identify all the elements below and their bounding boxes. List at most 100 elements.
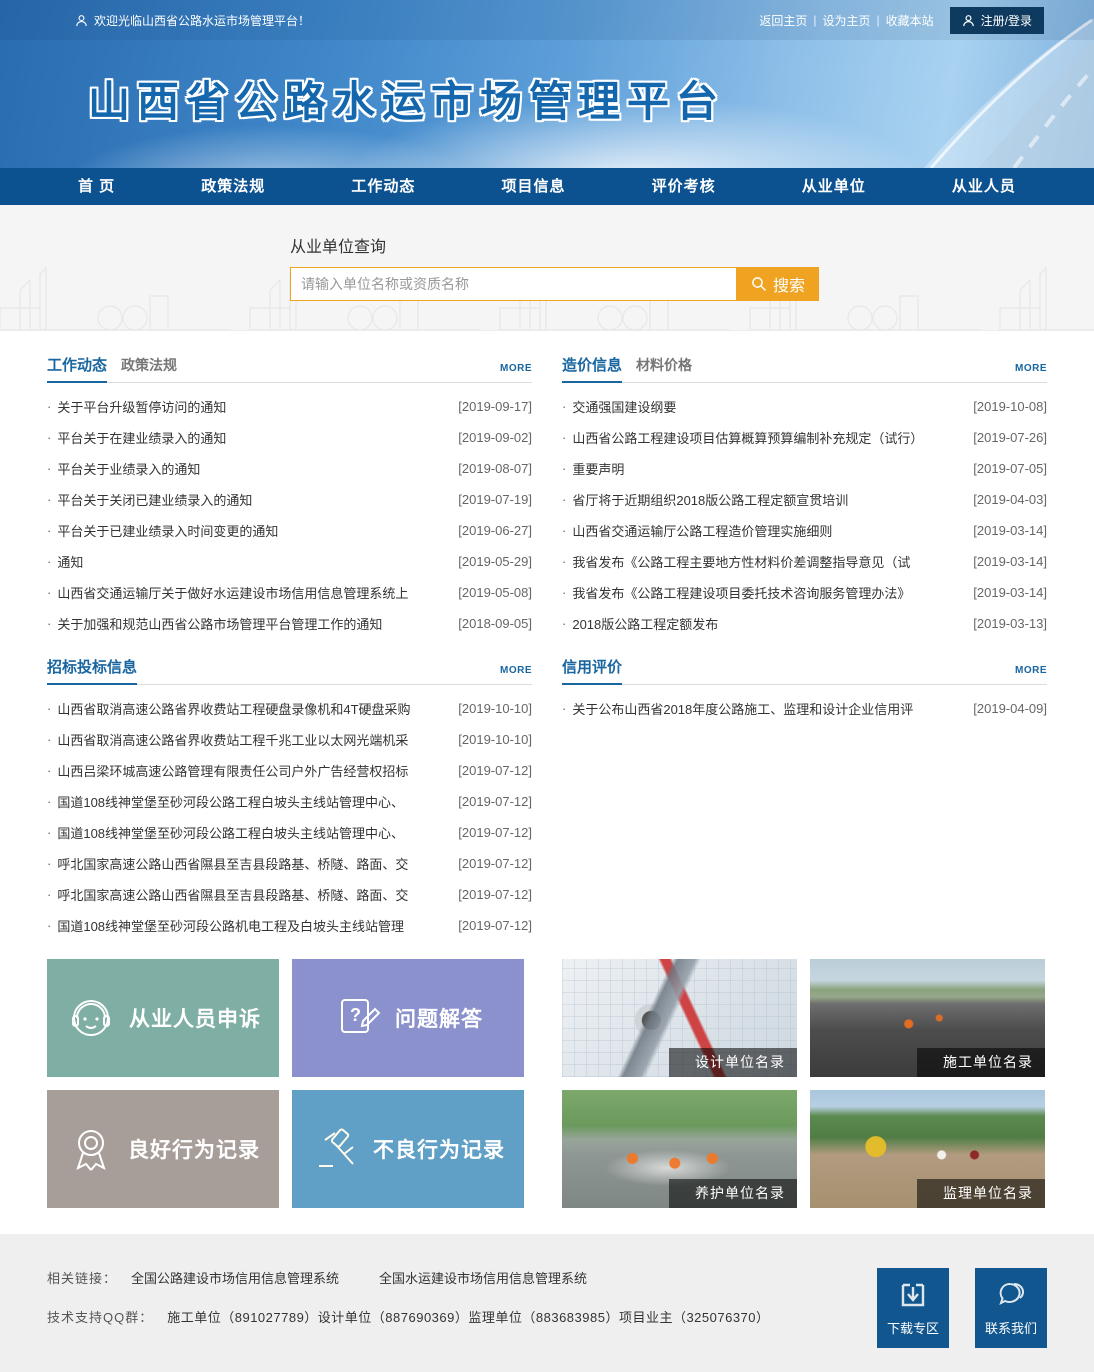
news-date: [2019-10-10]: [458, 701, 532, 716]
list-item[interactable]: ·山西吕梁环城高速公路管理有限责任公司户外广告经营权招标[2019-07-12]: [47, 755, 532, 786]
list-item[interactable]: ·呼北国家高速公路山西省隰县至吉县段路基、桥隧、路面、交[2019-07-12]: [47, 848, 532, 879]
section-header: 造价信息 材料价格 MORE: [562, 353, 1047, 383]
list-item[interactable]: · 山西省交通运输厅关于做好水运建设市场信用信息管理系统上 [2019-05-08]: [47, 577, 532, 608]
more-link[interactable]: MORE: [1015, 665, 1047, 684]
link-return-home[interactable]: 返回主页: [759, 12, 807, 29]
more-link[interactable]: MORE: [1015, 363, 1047, 382]
list-item[interactable]: ·平台关于关闭已建业绩录入的通知[2019-07-19]: [47, 484, 532, 515]
qa-panel[interactable]: ? 问题解答: [292, 959, 524, 1077]
bullet: ·: [47, 585, 51, 600]
bad-record-panel[interactable]: 不良行为记录: [292, 1090, 524, 1208]
list-item[interactable]: ·国道108线神堂堡至砂河段公路工程白坡头主线站管理中心、[2019-07-12…: [47, 786, 532, 817]
more-link[interactable]: MORE: [500, 363, 532, 382]
more-link[interactable]: MORE: [500, 665, 532, 684]
news-title: 2018版公路工程定额发布: [572, 614, 967, 633]
panel-label: 问题解答: [395, 1003, 483, 1033]
personnel-appeal-panel[interactable]: 从业人员申诉: [47, 959, 279, 1077]
tab-work-news[interactable]: 工作动态: [47, 354, 107, 383]
chat-icon: [996, 1280, 1026, 1310]
search-button-label: 搜索: [773, 272, 805, 296]
separator: |: [813, 13, 816, 27]
construction-units-directory[interactable]: 施工单位名录: [810, 959, 1045, 1077]
list-item[interactable]: ·关于公布山西省2018年度公路施工、监理和设计企业信用评[2019-04-09…: [562, 693, 1047, 724]
link-set-home[interactable]: 设为主页: [823, 12, 871, 29]
news-date: [2019-07-12]: [458, 887, 532, 902]
download-zone-button[interactable]: 下载专区: [877, 1268, 949, 1348]
design-units-directory[interactable]: 设计单位名录: [562, 959, 797, 1077]
news-date: [2018-09-05]: [458, 616, 532, 631]
nav-item-projects[interactable]: 项目信息: [484, 168, 584, 205]
photo-caption: 设计单位名录: [669, 1048, 797, 1077]
work-news-list: ·关于平台升级暂停访问的通知[2019-09-17] ·平台关于在建业绩录入的通…: [47, 391, 532, 639]
news-date: [2019-03-14]: [973, 523, 1047, 538]
news-title: 重要声明: [572, 459, 967, 478]
search-button[interactable]: 搜索: [737, 267, 819, 301]
tab-material-price[interactable]: 材料价格: [636, 355, 692, 382]
news-title: 山西省取消高速公路省界收费站工程千兆工业以太网光端机采: [57, 730, 452, 749]
list-item[interactable]: ·国道108线神堂堡至砂河段公路工程白坡头主线站管理中心、[2019-07-12…: [47, 817, 532, 848]
bid-info-list: ·山西省取消高速公路省界收费站工程硬盘录像机和4T硬盘采购[2019-10-10…: [47, 693, 532, 941]
register-login-button[interactable]: 注册/登录: [950, 7, 1044, 34]
nav-item-policies[interactable]: 政策法规: [183, 168, 283, 205]
list-item[interactable]: ·交通强国建设纲要[2019-10-08]: [562, 391, 1047, 422]
nav-item-evaluation[interactable]: 评价考核: [634, 168, 734, 205]
tab-cost-info[interactable]: 造价信息: [562, 354, 622, 383]
list-item[interactable]: ·山西省取消高速公路省界收费站工程硬盘录像机和4T硬盘采购[2019-10-10…: [47, 693, 532, 724]
list-item[interactable]: ·呼北国家高速公路山西省隰县至吉县段路基、桥隧、路面、交[2019-07-12]: [47, 879, 532, 910]
nav-item-work-news[interactable]: 工作动态: [333, 168, 433, 205]
tab-bid-info[interactable]: 招标投标信息: [47, 656, 137, 685]
search-icon: [751, 276, 767, 292]
download-icon: [898, 1280, 928, 1310]
link-national-waterway-credit[interactable]: 全国水运建设市场信用信息管理系统: [379, 1268, 587, 1287]
bullet: ·: [562, 523, 566, 538]
list-item[interactable]: ·平台关于在建业绩录入的通知[2019-09-02]: [47, 422, 532, 453]
list-item[interactable]: ·山西省交通运输厅公路工程造价管理实施细则[2019-03-14]: [562, 515, 1047, 546]
nav-item-home[interactable]: 首 页: [60, 168, 133, 205]
news-date: [2019-07-05]: [973, 461, 1047, 476]
list-item[interactable]: ·平台关于业绩录入的通知[2019-08-07]: [47, 453, 532, 484]
list-item[interactable]: ·省厅将于近期组织2018版公路工程定额宣贯培训[2019-04-03]: [562, 484, 1047, 515]
good-record-panel[interactable]: 良好行为记录: [47, 1090, 279, 1208]
news-title: 关于公布山西省2018年度公路施工、监理和设计企业信用评: [572, 699, 967, 718]
news-title: 省厅将于近期组织2018版公路工程定额宣贯培训: [572, 490, 967, 509]
tab-policies[interactable]: 政策法规: [121, 355, 177, 382]
nav-item-units[interactable]: 从业单位: [784, 168, 884, 205]
news-title: 国道108线神堂堡至砂河段公路工程白坡头主线站管理中心、: [57, 792, 452, 811]
list-item[interactable]: ·国道108线神堂堡至砂河段公路机电工程及白坡头主线站管理[2019-07-12…: [47, 910, 532, 941]
news-date: [2019-10-10]: [458, 732, 532, 747]
headset-icon: [65, 992, 117, 1044]
link-national-highway-credit[interactable]: 全国公路建设市场信用信息管理系统: [131, 1268, 339, 1287]
news-date: [2019-09-17]: [458, 399, 532, 414]
news-title: 国道108线神堂堡至砂河段公路工程白坡头主线站管理中心、: [57, 823, 452, 842]
bullet: ·: [47, 701, 51, 716]
section-bid-info: 招标投标信息 MORE ·山西省取消高速公路省界收费站工程硬盘录像机和4T硬盘采…: [47, 655, 532, 941]
news-title: 山西省交通运输厅关于做好水运建设市场信用信息管理系统上: [57, 583, 452, 602]
list-item[interactable]: ·关于平台升级暂停访问的通知[2019-09-17]: [47, 391, 532, 422]
news-date: [2019-05-08]: [458, 585, 532, 600]
list-item[interactable]: ·2018版公路工程定额发布[2019-03-13]: [562, 608, 1047, 639]
list-item[interactable]: ·通知[2019-05-29]: [47, 546, 532, 577]
section-header: 信用评价 MORE: [562, 655, 1047, 685]
list-item[interactable]: ·我省发布《公路工程建设项目委托技术咨询服务管理办法》[2019-03-14]: [562, 577, 1047, 608]
list-item[interactable]: ·山西省取消高速公路省界收费站工程千兆工业以太网光端机采[2019-10-10]: [47, 724, 532, 755]
tab-credit-eval[interactable]: 信用评价: [562, 656, 622, 685]
main-nav: 首 页 政策法规 工作动态 项目信息 评价考核 从业单位 从业人员: [0, 168, 1094, 205]
news-date: [2019-03-13]: [973, 616, 1047, 631]
topbar-welcome-wrap: 欢迎光临山西省公路水运市场管理平台！: [75, 12, 310, 29]
list-item[interactable]: ·我省发布《公路工程主要地方性材料价差调整指导意见（试[2019-03-14]: [562, 546, 1047, 577]
link-favorite[interactable]: 收藏本站: [886, 12, 934, 29]
list-item[interactable]: ·平台关于已建业绩录入时间变更的通知[2019-06-27]: [47, 515, 532, 546]
panel-label: 不良行为记录: [373, 1134, 505, 1164]
list-item[interactable]: ·关于加强和规范山西省公路市场管理平台管理工作的通知[2018-09-05]: [47, 608, 532, 639]
list-item[interactable]: ·山西省公路工程建设项目估算概算预算编制补充规定（试行）[2019-07-26]: [562, 422, 1047, 453]
supervision-units-directory[interactable]: 监理单位名录: [810, 1090, 1045, 1208]
maintenance-units-directory[interactable]: 养护单位名录: [562, 1090, 797, 1208]
bullet: ·: [562, 585, 566, 600]
list-item[interactable]: ·重要声明[2019-07-05]: [562, 453, 1047, 484]
section-header: 招标投标信息 MORE: [47, 655, 532, 685]
main-content: 工作动态 政策法规 MORE ·关于平台升级暂停访问的通知[2019-09-17…: [47, 331, 1047, 1234]
nav-item-personnel[interactable]: 从业人员: [934, 168, 1034, 205]
search-input[interactable]: [290, 267, 737, 301]
contact-us-button[interactable]: 联系我们: [975, 1268, 1047, 1348]
news-title: 我省发布《公路工程建设项目委托技术咨询服务管理办法》: [572, 583, 967, 602]
